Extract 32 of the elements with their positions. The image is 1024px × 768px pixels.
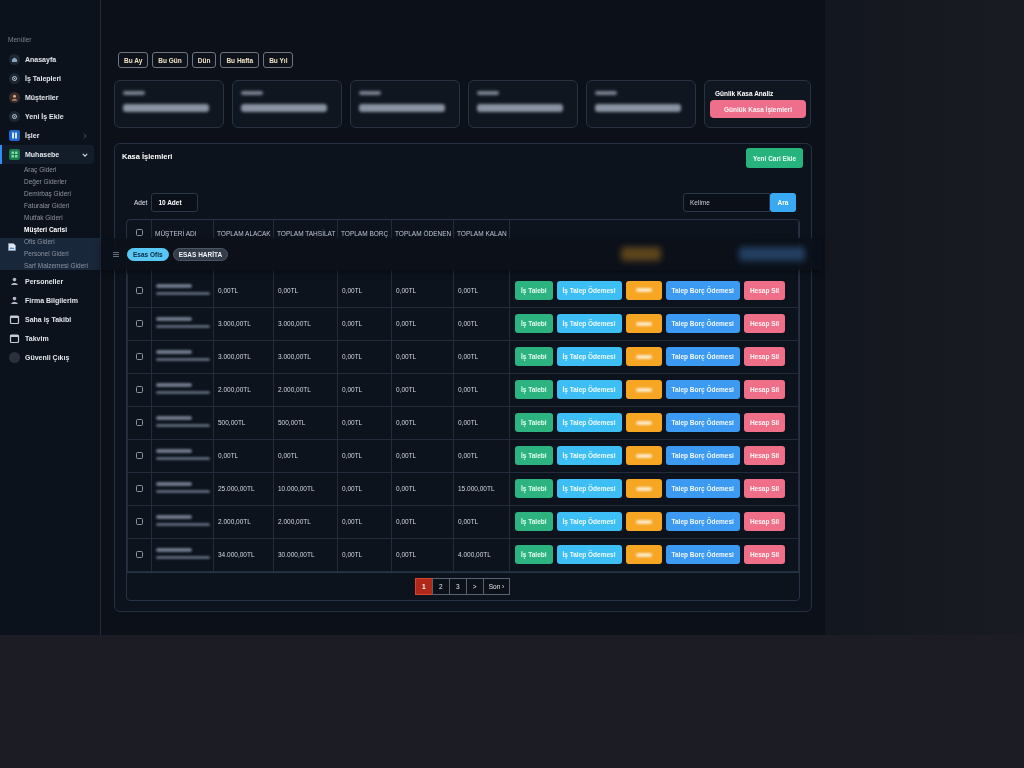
checkbox[interactable] [136, 320, 143, 327]
checkbox[interactable] [136, 386, 143, 393]
home-icon [9, 54, 20, 65]
person-icon [9, 276, 20, 287]
checkbox[interactable] [136, 551, 143, 558]
broken-image-icon [8, 243, 16, 251]
action-button[interactable] [625, 545, 662, 564]
checkbox[interactable] [136, 353, 143, 360]
action-button[interactable] [625, 413, 662, 432]
action-button[interactable] [625, 446, 662, 465]
action-button[interactable] [625, 479, 662, 498]
columns-icon [9, 130, 20, 141]
action-button[interactable] [625, 512, 662, 531]
action-button[interactable] [625, 347, 662, 366]
circle-icon [9, 352, 20, 363]
calendar-icon [9, 333, 20, 344]
action-button[interactable] [625, 314, 662, 333]
checkbox[interactable] [136, 419, 143, 426]
grid-icon [9, 149, 20, 160]
target-icon [9, 111, 20, 122]
checkbox[interactable] [136, 518, 143, 525]
checkbox[interactable] [135, 229, 143, 236]
checkbox[interactable] [136, 485, 143, 492]
person-icon [9, 295, 20, 306]
checkbox[interactable] [136, 286, 143, 294]
user-icon [9, 92, 20, 103]
action-button[interactable] [625, 380, 662, 399]
action-button[interactable] [625, 280, 662, 300]
checkbox[interactable] [136, 452, 143, 459]
menu-icon[interactable] [113, 251, 119, 257]
calendar-icon [9, 314, 20, 325]
target-icon [9, 73, 20, 84]
